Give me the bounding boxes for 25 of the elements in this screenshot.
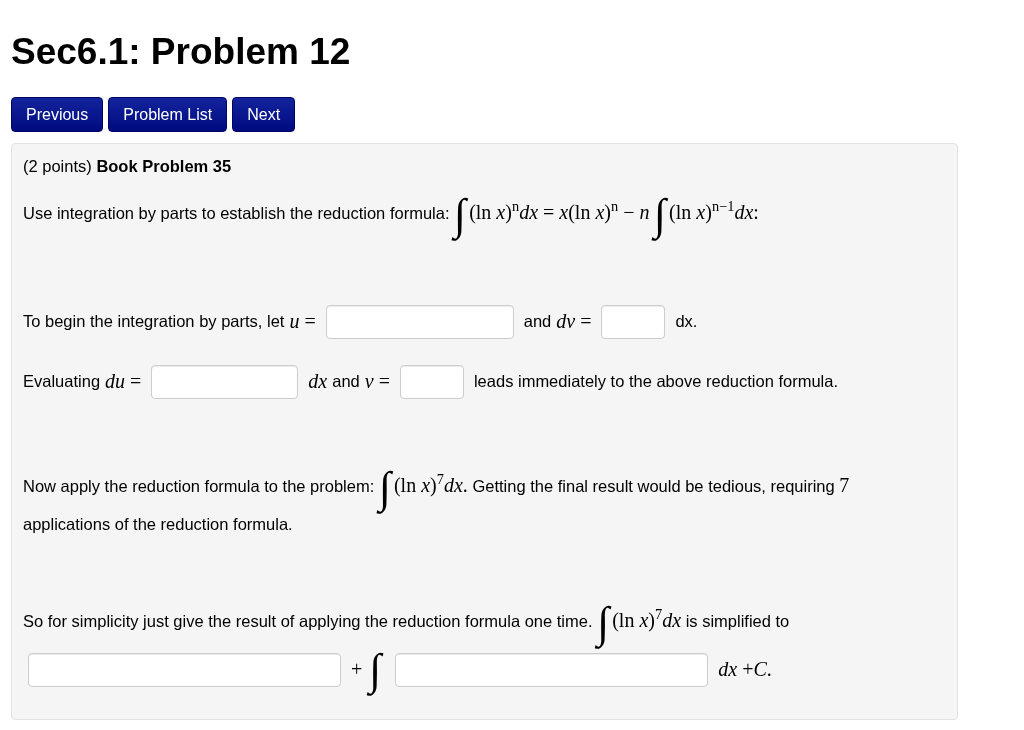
- prompt-text: dx.: [675, 312, 698, 332]
- answer-field[interactable]: [399, 364, 464, 399]
- math-expression: dx +C.: [718, 658, 772, 682]
- math-expression: dv =: [556, 310, 592, 334]
- prompt-text: To begin the integration by parts, let: [23, 312, 285, 332]
- answer-field[interactable]: [151, 364, 299, 399]
- prompt-text: Evaluating: [23, 372, 101, 392]
- nav-button[interactable]: Previous: [11, 97, 104, 132]
- answer-field[interactable]: [28, 652, 341, 687]
- integral-sign: ∫: [367, 643, 385, 698]
- answer-field[interactable]: [395, 652, 709, 687]
- answer-field[interactable]: [601, 304, 666, 339]
- nav-button[interactable]: Problem List: [108, 97, 228, 132]
- prompt-text: leads immediately to the above reduction formula.: [473, 372, 839, 392]
- answer-field[interactable]: [325, 304, 514, 339]
- points-heading: (2 points) Book Problem 35: [23, 156, 233, 177]
- math-expression: du =: [105, 370, 142, 394]
- math-expression: dx: [308, 370, 328, 394]
- math-expression: +: [351, 658, 363, 682]
- nav-button[interactable]: Next: [232, 97, 296, 132]
- math-expression: v =: [364, 370, 390, 394]
- page-title: Sec6.1: Problem 12: [11, 30, 352, 74]
- math-expression: u =: [289, 310, 316, 334]
- prompt-text: and: [332, 372, 360, 392]
- prompt-text: and: [523, 312, 552, 332]
